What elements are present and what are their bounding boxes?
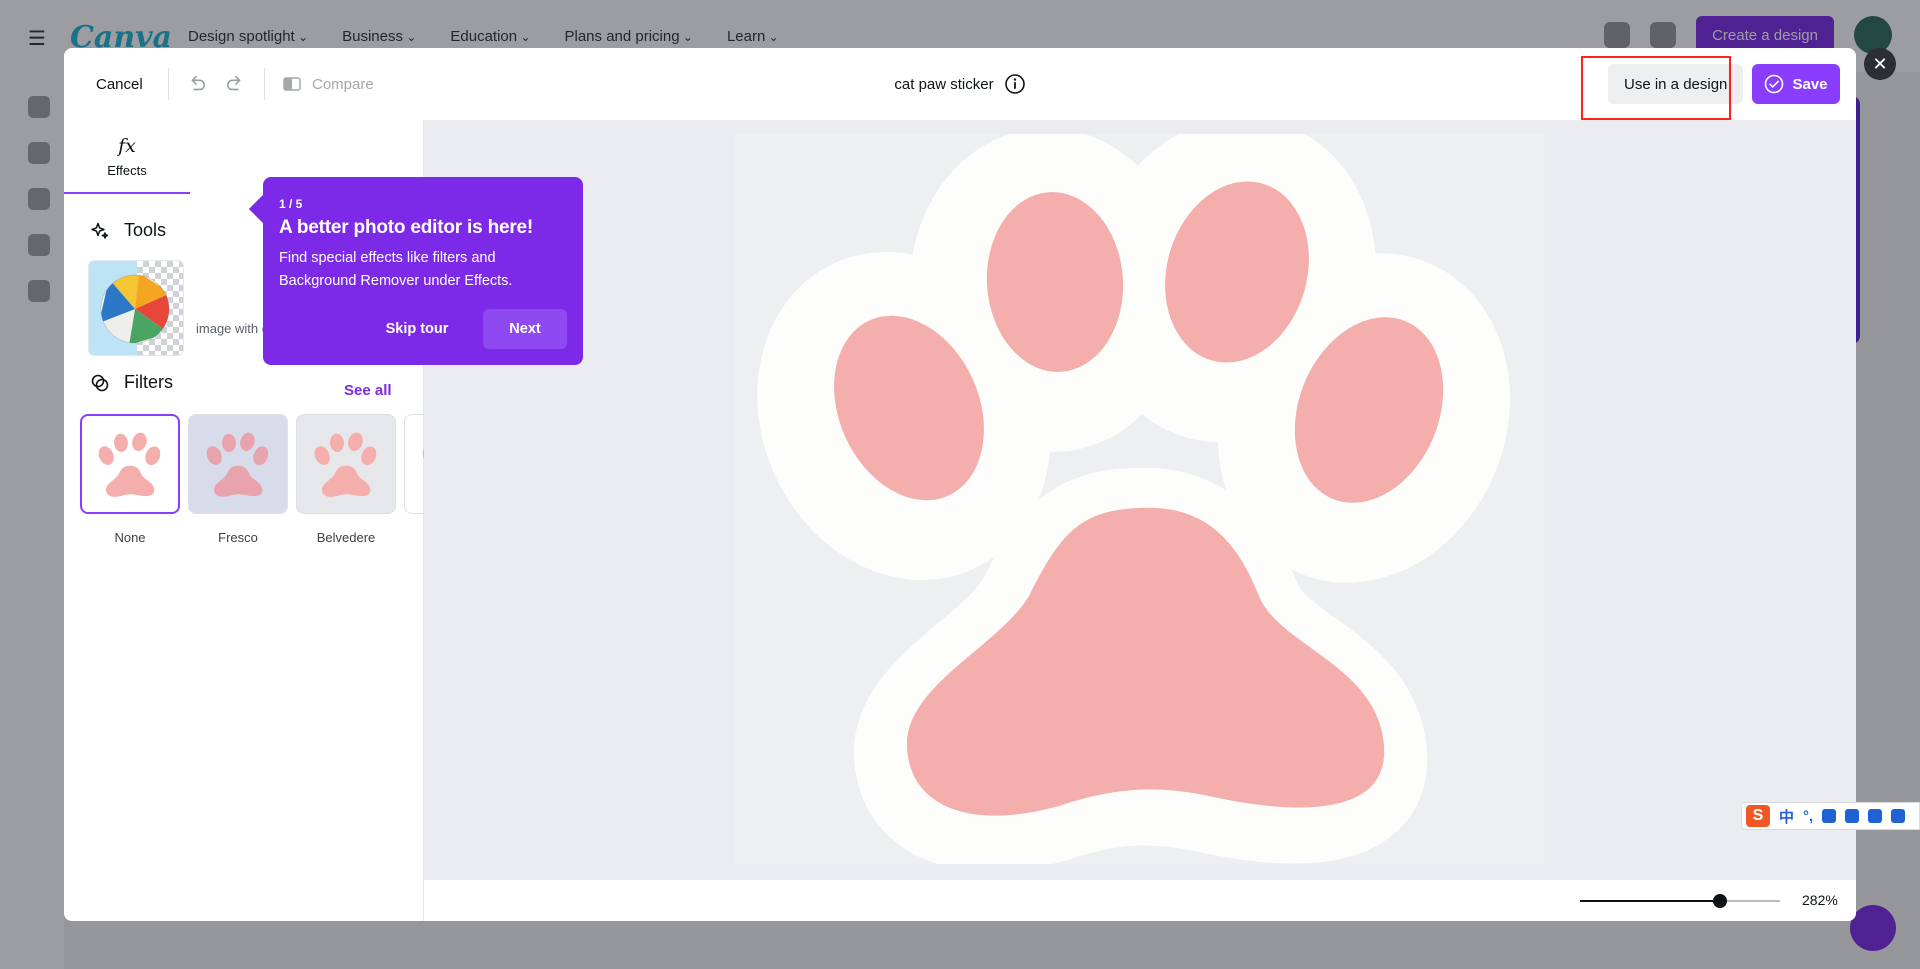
keyboard-icon[interactable]: [1845, 809, 1860, 823]
tab-effects[interactable]: fx Effects: [64, 120, 190, 194]
sogou-logo-icon[interactable]: S: [1746, 805, 1770, 827]
ime-punctuation-toggle[interactable]: °,: [1803, 808, 1813, 825]
save-label: Save: [1792, 75, 1828, 93]
check-circle-icon: [1765, 74, 1784, 94]
save-button[interactable]: Save: [1752, 64, 1840, 104]
canvas-area[interactable]: [424, 120, 1856, 880]
cat-paw-image: [757, 134, 1510, 864]
onboarding-tour-popover: 1 / 5 A better photo editor is here! Fin…: [248, 177, 583, 365]
paw-thumbnail: [422, 446, 424, 465]
zoom-slider-handle[interactable]: [1713, 894, 1727, 908]
filter-belvedere[interactable]: Belvedere: [296, 414, 396, 545]
redo-button[interactable]: [220, 70, 252, 98]
ime-toolbar[interactable]: S 中 °,: [1741, 802, 1920, 830]
undo-button[interactable]: [180, 70, 212, 98]
filters-title: Filters: [124, 372, 173, 392]
tour-title: A better photo editor is here!: [279, 217, 534, 238]
filter-label: Belvedere: [316, 530, 376, 545]
sticker-image[interactable]: [734, 134, 1544, 864]
filter-fresco[interactable]: Fresco: [188, 414, 288, 545]
fx-icon: fx: [118, 134, 136, 157]
info-icon[interactable]: [1004, 73, 1026, 95]
tools-title: Tools: [124, 220, 167, 240]
zoom-bar: 282%: [424, 880, 1856, 921]
filter-label: Fresco: [218, 530, 258, 545]
skip-tour-button[interactable]: Skip tour: [369, 309, 465, 349]
tools-heading: Tools: [90, 220, 166, 241]
filter-thumb: [188, 414, 288, 514]
photo-editor-modal: Cancel Compare cat paw sticker Use in a …: [64, 48, 1856, 921]
skin-icon[interactable]: [1868, 809, 1883, 823]
compare-icon: [283, 77, 301, 91]
compare-button[interactable]: Compare: [282, 66, 374, 102]
beach-ball-icon: [100, 274, 170, 344]
filter-thumb: [80, 414, 180, 514]
filter-thumb: [296, 414, 396, 514]
tab-effects-label: Effects: [107, 162, 147, 178]
background-remover-tool[interactable]: [88, 260, 184, 356]
filter-label: None: [114, 530, 146, 545]
microphone-icon[interactable]: [1822, 809, 1837, 823]
paw-mini-shape: [206, 432, 269, 497]
compare-label: Compare: [312, 75, 374, 93]
grid-icon[interactable]: [1891, 809, 1906, 823]
paw-thumbnail: [98, 432, 161, 497]
paw-mini-shape: [98, 432, 161, 497]
next-button[interactable]: Next: [483, 309, 567, 349]
use-in-design-button[interactable]: Use in a design: [1608, 64, 1744, 104]
paw-mini-shape: [314, 432, 377, 497]
zoom-slider[interactable]: [1580, 894, 1780, 908]
paw-thumbnail: [206, 432, 269, 497]
zoom-percentage[interactable]: 282%: [1802, 892, 1838, 908]
document-title[interactable]: cat paw sticker: [894, 76, 993, 93]
zoom-slider-fill: [1580, 900, 1720, 902]
close-modal-button[interactable]: ✕: [1864, 48, 1896, 80]
undo-icon: [191, 75, 206, 91]
ime-language-toggle[interactable]: 中: [1779, 806, 1794, 827]
see-all-filters-link[interactable]: See all: [344, 382, 392, 399]
redo-icon: [226, 75, 241, 91]
filter-next-partial[interactable]: [404, 414, 424, 514]
close-icon: ✕: [1872, 53, 1888, 74]
filters-row: None Fresco Belvedere: [80, 414, 424, 554]
tour-step-counter: 1 / 5: [279, 197, 303, 211]
filter-none[interactable]: None: [80, 414, 180, 545]
filter-thumb: [404, 414, 424, 514]
tour-body: Find special effects like filters and Ba…: [279, 250, 513, 289]
sparkle-icon: [91, 222, 109, 239]
header-divider: [264, 68, 265, 100]
modal-header: Cancel Compare cat paw sticker Use in a …: [64, 48, 1856, 120]
header-divider: [168, 68, 169, 100]
paw-thumbnail: [314, 432, 377, 497]
filters-heading: Filters: [90, 372, 173, 393]
filters-icon: [91, 374, 109, 391]
cancel-button[interactable]: Cancel: [82, 66, 157, 102]
